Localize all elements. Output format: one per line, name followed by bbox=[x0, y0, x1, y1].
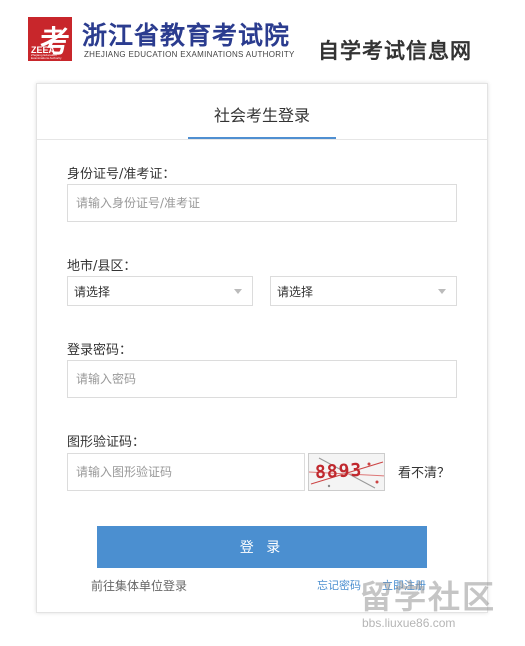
captcha-input[interactable] bbox=[67, 453, 305, 491]
city-select-value: 请选择 bbox=[74, 285, 111, 299]
title-underline bbox=[188, 137, 336, 139]
region-label: 地市/县区： bbox=[67, 259, 137, 274]
logo-subtext: Zhejiang Education Examinations Authorit… bbox=[31, 53, 62, 60]
login-card: 社会考生登录 身份证号/准考证： 地市/县区： 请选择 请选择 登录密码： 图形… bbox=[36, 83, 488, 613]
id-label: 身份证号/准考证： bbox=[67, 167, 176, 182]
id-input[interactable] bbox=[67, 184, 457, 222]
title-divider bbox=[37, 139, 487, 140]
watermark-url: bbs.liuxue86.com bbox=[362, 616, 456, 630]
refresh-captcha-link[interactable]: 看不清？ bbox=[398, 462, 450, 481]
password-label: 登录密码： bbox=[67, 343, 133, 358]
password-input[interactable] bbox=[67, 360, 457, 398]
city-select[interactable]: 请选择 bbox=[67, 276, 253, 306]
login-title: 社会考生登录 bbox=[213, 106, 310, 125]
captcha-label: 图形验证码： bbox=[67, 435, 146, 450]
county-select[interactable]: 请选择 bbox=[270, 276, 457, 306]
login-button[interactable]: 登 录 bbox=[97, 526, 427, 568]
register-link[interactable]: 立即注册 bbox=[382, 577, 426, 593]
zeea-logo[interactable]: 考 ZEEA Zhejiang Education Examinations A… bbox=[28, 17, 72, 61]
forgot-password-link[interactable]: 忘记密码 bbox=[317, 577, 361, 593]
org-name-en: ZHEJIANG EDUCATION EXAMINATIONS AUTHORIT… bbox=[84, 50, 295, 59]
site-header: 考 ZEEA Zhejiang Education Examinations A… bbox=[0, 0, 525, 72]
county-select-value: 请选择 bbox=[277, 285, 314, 299]
captcha-image[interactable]: 8893 bbox=[308, 453, 385, 491]
chevron-down-icon bbox=[234, 289, 242, 294]
captcha-code: 8893 bbox=[314, 459, 363, 484]
org-name: 浙江省教育考试院 bbox=[82, 21, 291, 50]
site-name: 自学考试信息网 bbox=[318, 38, 472, 63]
unit-login-link[interactable]: 前往集体单位登录 bbox=[91, 577, 187, 594]
chevron-down-icon bbox=[438, 289, 446, 294]
